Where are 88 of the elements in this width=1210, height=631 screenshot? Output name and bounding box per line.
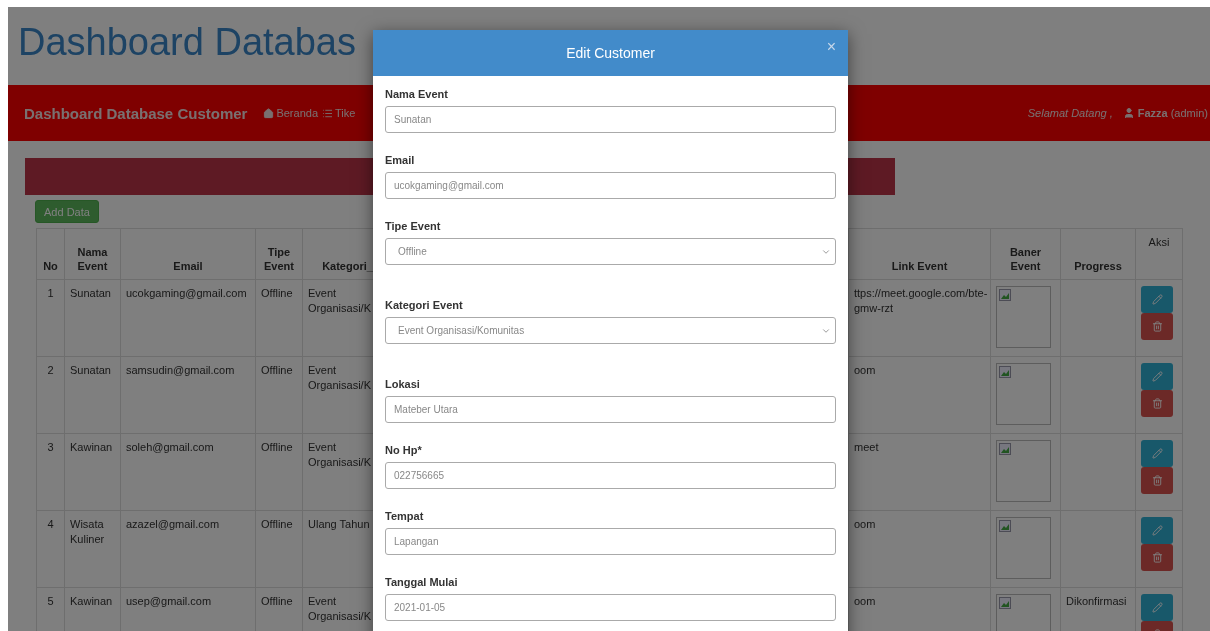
table-cell: soleh@gmail.com bbox=[126, 441, 214, 453]
input-field[interactable]: Sunatan bbox=[385, 106, 836, 133]
edit-button[interactable] bbox=[1141, 286, 1173, 313]
table-cell: 4 bbox=[47, 518, 54, 530]
table-cell: ttps://meet.google.com/bte-gmw-rzt bbox=[854, 287, 988, 314]
table-cell: Event Organisasi/K bbox=[308, 441, 371, 468]
delete-button[interactable] bbox=[1141, 390, 1173, 417]
field-label: Kategori Event bbox=[385, 299, 464, 311]
input-field[interactable]: Lapangan bbox=[385, 528, 836, 555]
table-cell: 3 bbox=[47, 441, 54, 453]
add-data-button[interactable]: Add Data bbox=[35, 200, 99, 223]
select-field[interactable]: Event Organisasi/Komunitas bbox=[385, 317, 836, 344]
table-cell: ucokgaming@gmail.com bbox=[126, 287, 247, 299]
table-cell: Event Organisasi/K bbox=[308, 287, 371, 314]
table-cell: 5 bbox=[47, 595, 54, 607]
dialog-title: Edit Customer bbox=[566, 45, 655, 61]
table-cell: 2 bbox=[47, 364, 54, 376]
broken-image-icon bbox=[999, 366, 1011, 378]
input-field[interactable]: 2021-01-05 bbox=[385, 594, 836, 621]
edit-button[interactable] bbox=[1141, 363, 1173, 390]
table-cell: Offline bbox=[261, 441, 293, 453]
nav-link[interactable]: Beranda bbox=[263, 107, 318, 119]
navbar-brand[interactable]: Dashboard Database Customer bbox=[24, 104, 248, 122]
table-cell: Kawinan bbox=[70, 595, 113, 607]
table-cell: oom bbox=[854, 364, 876, 376]
home-icon bbox=[263, 107, 275, 119]
delete-button[interactable] bbox=[1141, 544, 1173, 571]
column-header: No bbox=[36, 228, 65, 280]
delete-button[interactable] bbox=[1141, 313, 1173, 340]
pencil-icon bbox=[1151, 602, 1163, 613]
field-label: No Hp* bbox=[385, 444, 423, 456]
pencil-icon bbox=[1151, 525, 1163, 536]
trash-icon bbox=[1151, 321, 1163, 332]
trash-icon bbox=[1151, 475, 1163, 486]
table-cell: Event Organisasi/K bbox=[308, 364, 371, 391]
pencil-icon bbox=[1151, 448, 1163, 459]
table-cell: Offline bbox=[261, 518, 293, 530]
column-header: Tipe Event bbox=[255, 228, 303, 280]
field-label: Tanggal Mulai bbox=[385, 576, 459, 588]
column-header: Aksi bbox=[1135, 228, 1183, 280]
table-cell: meet bbox=[854, 441, 879, 453]
field-label: Nama Event bbox=[385, 88, 449, 100]
edit-button[interactable] bbox=[1141, 594, 1173, 621]
column-header: Nama Event bbox=[64, 228, 121, 280]
field-label: Tempat bbox=[385, 510, 425, 522]
broken-image-icon bbox=[999, 289, 1011, 301]
table-cell: oom bbox=[854, 595, 876, 607]
select-field[interactable]: Offline bbox=[385, 238, 836, 265]
table-cell: Sunatan bbox=[70, 364, 111, 376]
table-cell: Offline bbox=[261, 595, 293, 607]
column-header: Baner Event bbox=[990, 228, 1061, 280]
broken-image-icon bbox=[999, 520, 1011, 532]
edit-button[interactable] bbox=[1141, 517, 1173, 544]
edit-button[interactable] bbox=[1141, 440, 1173, 467]
table-cell: azazel@gmail.com bbox=[126, 518, 220, 530]
table-cell: Event Organisasi/K bbox=[308, 595, 371, 622]
table-cell: Kawinan bbox=[70, 441, 113, 453]
table-cell: Dikonfirmasi bbox=[1066, 595, 1127, 607]
trash-icon bbox=[1151, 398, 1163, 409]
user-link[interactable]: Fazza (admin) bbox=[1122, 107, 1208, 119]
table-cell: oom bbox=[854, 518, 876, 530]
greeting-text: Selamat Datang , bbox=[1027, 107, 1113, 119]
page-title: Dashboard Databas bbox=[18, 20, 356, 65]
column-header: Email bbox=[120, 228, 256, 280]
close-button[interactable]: × bbox=[826, 38, 836, 56]
trash-icon bbox=[1151, 552, 1163, 563]
pencil-icon bbox=[1151, 371, 1163, 382]
input-field[interactable]: ucokgaming@gmail.com bbox=[385, 172, 836, 199]
user-icon bbox=[1122, 107, 1135, 119]
table-cell: Offline bbox=[261, 287, 293, 299]
field-label: Email bbox=[385, 154, 416, 166]
input-field[interactable]: 022756665 bbox=[385, 462, 836, 489]
input-field[interactable]: Mateber Utara bbox=[385, 396, 836, 423]
pencil-icon bbox=[1151, 294, 1163, 305]
nav-link[interactable]: Tike bbox=[322, 107, 356, 119]
table-cell: usep@gmail.com bbox=[126, 595, 212, 607]
table-cell: 1 bbox=[47, 287, 54, 299]
broken-image-icon bbox=[999, 597, 1011, 609]
delete-button[interactable] bbox=[1141, 467, 1173, 494]
table-cell: Ulang Tahun bbox=[308, 518, 370, 530]
table-cell: samsudin@gmail.com bbox=[126, 364, 235, 376]
table-cell: Wisata Kuliner bbox=[70, 518, 105, 545]
list-icon bbox=[322, 107, 333, 119]
field-label: Lokasi bbox=[385, 378, 421, 390]
broken-image-icon bbox=[999, 443, 1011, 455]
column-header: Progress bbox=[1060, 228, 1136, 280]
table-cell: Sunatan bbox=[70, 287, 111, 299]
table-cell: Offline bbox=[261, 364, 293, 376]
